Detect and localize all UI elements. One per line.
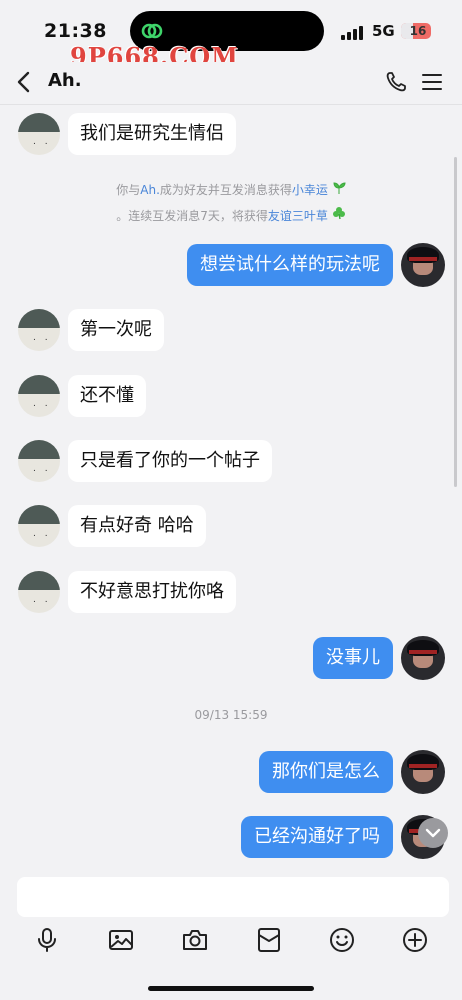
link-icon [141, 23, 163, 39]
notice-name-link[interactable]: Ah. [140, 183, 160, 197]
network-label: 5G [372, 22, 395, 40]
contact-avatar[interactable]: . . [18, 113, 60, 155]
contact-avatar[interactable]: . . [18, 375, 60, 417]
composer [0, 870, 462, 1000]
system-notice-line1: 你与Ah.成为好友并互发消息获得小幸运 [0, 181, 462, 198]
message-bubble[interactable]: 有点好奇 哈哈 [68, 505, 206, 547]
notice-text: 。连续互发消息7天，将获得 [116, 209, 268, 223]
my-avatar[interactable] [401, 750, 445, 794]
battery-level: 16 [409, 24, 427, 38]
message-timestamp: 09/13 15:59 [194, 708, 268, 722]
camera-icon[interactable] [181, 926, 209, 954]
image-icon[interactable] [107, 926, 135, 954]
phone-call-icon[interactable] [384, 70, 408, 94]
composer-toolbar [0, 926, 462, 956]
message-bubble[interactable]: 只是看了你的一个帖子 [68, 440, 272, 482]
chat-title[interactable]: Ah. [48, 70, 82, 91]
notice-text: 你与 [116, 183, 141, 197]
signal-icon [341, 26, 365, 40]
clover-icon [332, 207, 345, 220]
message-bubble[interactable]: 还不懂 [68, 375, 146, 417]
chevron-down-icon [425, 828, 441, 838]
message-bubble[interactable]: 我们是研究生情侣 [68, 113, 236, 155]
contact-avatar[interactable]: . . [18, 309, 60, 351]
menu-icon[interactable] [422, 72, 442, 92]
chat-list[interactable]: . . 我们是研究生情侣 你与Ah.成为好友并互发消息获得小幸运 。连续互发消息… [0, 105, 462, 870]
message-bubble[interactable]: 那你们是怎么 [259, 751, 393, 793]
home-indicator[interactable] [148, 986, 314, 991]
plus-icon[interactable] [401, 926, 429, 954]
emoji-icon[interactable] [328, 926, 356, 954]
scroll-down-button[interactable] [418, 818, 448, 848]
notice-reward-link[interactable]: 小幸运 [292, 183, 328, 197]
red-packet-icon[interactable] [255, 926, 283, 954]
message-input[interactable] [17, 877, 449, 917]
message-bubble[interactable]: 已经沟通好了吗 [241, 816, 393, 858]
status-time: 21:38 [44, 20, 107, 42]
chat-header: Ah. [0, 62, 462, 105]
battery-indicator: 16 [401, 23, 431, 39]
contact-avatar[interactable]: . . [18, 505, 60, 547]
microphone-icon[interactable] [33, 926, 61, 954]
notice-text: 成为好友并互发消息获得 [159, 183, 292, 197]
message-bubble[interactable]: 第一次呢 [68, 309, 164, 351]
message-bubble[interactable]: 不好意思打扰你咯 [68, 571, 236, 613]
my-avatar[interactable] [401, 243, 445, 287]
back-icon[interactable] [14, 70, 34, 94]
status-bar: 21:38 5G 16 9P668.COM [0, 0, 462, 71]
sprout-icon [333, 182, 346, 194]
contact-avatar[interactable]: . . [18, 440, 60, 482]
notice-reward-link[interactable]: 友谊三叶草 [268, 209, 328, 223]
system-notice-line2: 。连续互发消息7天，将获得友谊三叶草 [0, 206, 462, 224]
scrollbar[interactable] [454, 157, 457, 487]
message-bubble[interactable]: 没事儿 [313, 637, 393, 679]
contact-avatar[interactable]: . . [18, 571, 60, 613]
my-avatar[interactable] [401, 636, 445, 680]
message-bubble[interactable]: 想尝试什么样的玩法呢 [187, 244, 393, 286]
